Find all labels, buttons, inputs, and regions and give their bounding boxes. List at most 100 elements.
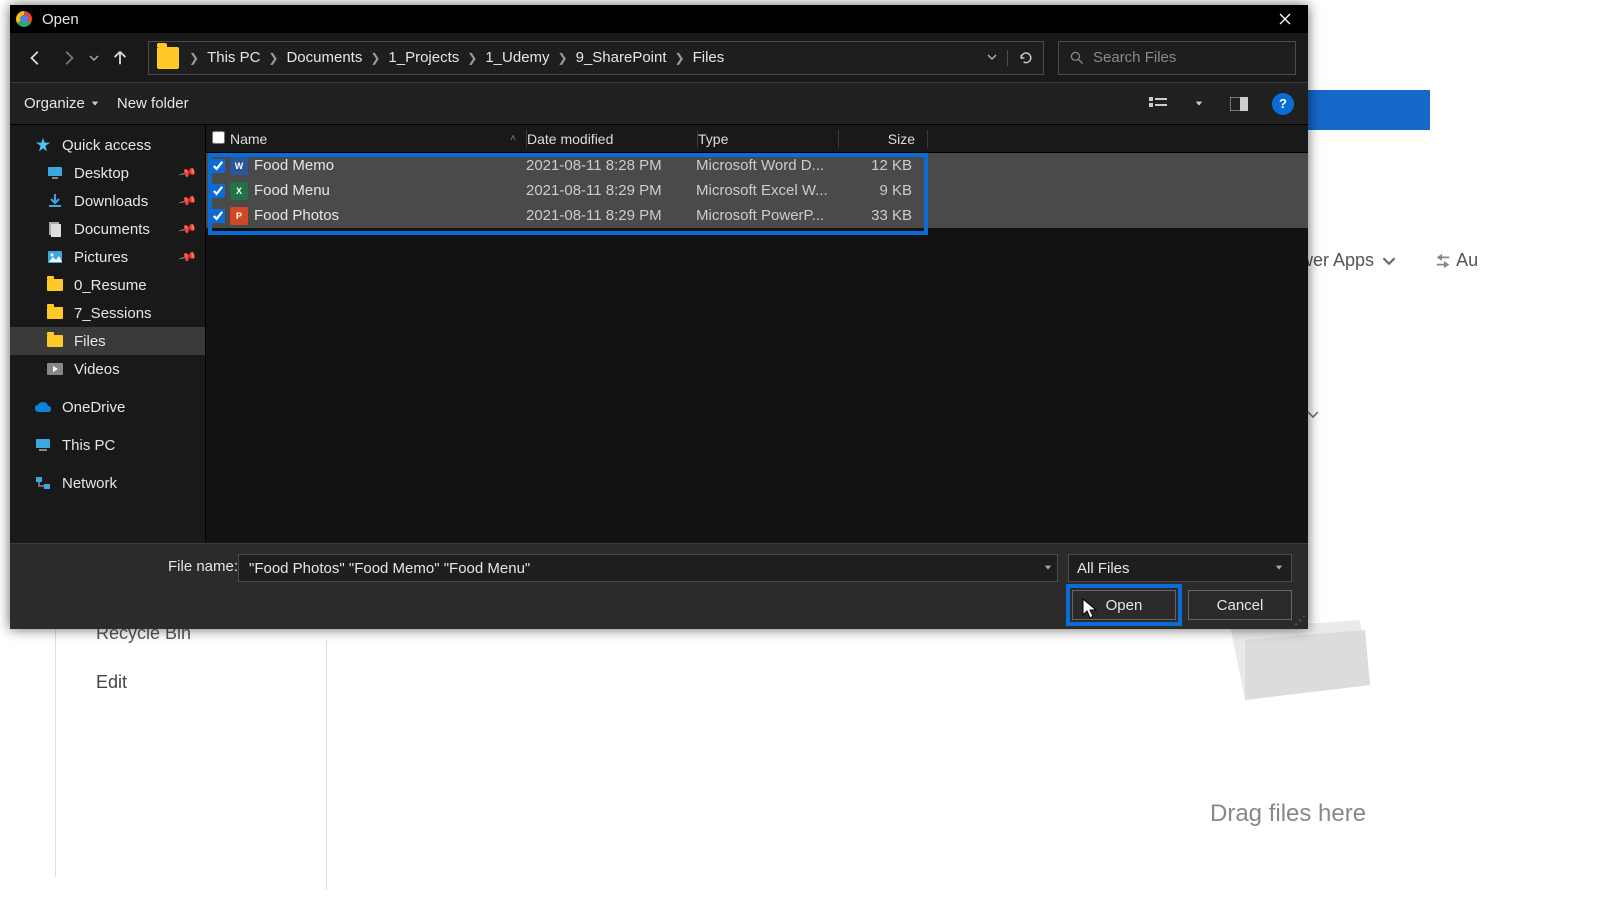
breadcrumb-item[interactable]: 1_Udemy [479,49,555,66]
search-input[interactable]: Search Files [1058,41,1296,75]
file-date: 2021-08-11 8:28 PM [526,157,696,174]
refresh-button[interactable] [1007,50,1043,66]
background-divider [55,627,56,877]
powerpoint-icon: P [230,207,250,225]
row-checkbox[interactable] [206,159,230,173]
videos-icon [46,360,64,378]
background-edit-label: Edit [96,672,127,693]
filename-dropdown[interactable] [1038,554,1058,582]
recent-locations-button[interactable] [86,42,102,74]
sidebar-item-network[interactable]: Network [10,469,205,497]
titlebar: Open [10,5,1308,33]
breadcrumb-item[interactable]: 9_SharePoint [570,49,673,66]
back-button[interactable] [22,42,50,74]
cloud-icon [34,398,52,416]
breadcrumb-item[interactable]: Documents [280,49,368,66]
word-icon: W [230,157,250,175]
sidebar-item-documents[interactable]: Documents📌 [10,215,205,243]
up-button[interactable] [106,42,134,74]
file-name: Food Memo [254,157,526,174]
chevron-down-icon [91,100,99,108]
row-checkbox[interactable] [206,184,230,198]
chevron-down-icon [1275,564,1283,572]
folder-icon [46,304,64,322]
background-drag-label: Drag files here [1210,800,1366,828]
close-button[interactable] [1262,5,1308,33]
download-icon [46,192,64,210]
desktop-icon [46,164,64,182]
address-dropdown[interactable] [977,49,1007,67]
preview-pane-button[interactable] [1224,90,1254,118]
excel-icon: X [230,182,250,200]
sidebar-item-resume[interactable]: 0_Resume [10,271,205,299]
file-type: Microsoft Excel W... [696,182,836,199]
sidebar-item-this-pc[interactable]: This PC [10,431,205,459]
folder-icon [46,276,64,294]
organize-button[interactable]: Organize [24,95,99,112]
filename-label: File name: [168,558,238,575]
view-layout-button[interactable] [1144,90,1174,118]
view-dropdown[interactable] [1192,90,1206,118]
pin-icon: 📌 [178,219,198,239]
chevron-right-icon: ❯ [673,51,687,65]
column-size[interactable]: Size [839,131,927,147]
chevron-right-icon: ❯ [556,51,570,65]
sidebar-item-pictures[interactable]: Pictures📌 [10,243,205,271]
file-name: Food Photos [254,207,526,224]
column-type[interactable]: Type [698,131,838,147]
pin-icon: 📌 [178,191,198,211]
file-size: 33 KB [836,207,924,224]
chevron-right-icon: ❯ [368,51,382,65]
breadcrumb-item[interactable]: This PC [201,49,266,66]
file-type-filter[interactable]: All Files [1068,554,1292,582]
help-button[interactable]: ? [1272,93,1294,115]
network-icon [34,474,52,492]
folder-icon [157,47,179,69]
sidebar-item-files[interactable]: Files [10,327,205,355]
address-bar[interactable]: ❯ This PC❯ Documents❯ 1_Projects❯ 1_Udem… [148,41,1044,75]
background-highlight-bar [1300,90,1430,130]
file-row[interactable]: X Food Menu 2021-08-11 8:29 PM Microsoft… [206,178,1308,203]
background-chevron-icon [1306,408,1320,422]
file-row[interactable]: P Food Photos 2021-08-11 8:29 PM Microso… [206,203,1308,228]
file-type: Microsoft Word D... [696,157,836,174]
chevron-right-icon: ❯ [465,51,479,65]
column-date[interactable]: Date modified [527,131,697,147]
star-icon [34,136,52,154]
sidebar-item-quick-access[interactable]: Quick access [10,131,205,159]
navigation-sidebar: Quick access Desktop📌 Downloads📌 Documen… [10,125,206,543]
breadcrumb-item[interactable]: Files [687,49,731,66]
breadcrumb-item[interactable]: 1_Projects [382,49,465,66]
file-date: 2021-08-11 8:29 PM [526,207,696,224]
select-all-checkbox[interactable] [206,131,230,147]
search-placeholder: Search Files [1093,49,1176,66]
documents-icon [46,220,64,238]
new-folder-button[interactable]: New folder [117,95,189,112]
pictures-icon [46,248,64,266]
file-size: 12 KB [836,157,924,174]
sort-indicator-icon: ˄ [510,133,516,144]
search-icon [1069,50,1085,66]
sidebar-item-onedrive[interactable]: OneDrive [10,393,205,421]
file-list-pane: Name˄ Date modified Type Size W Food Mem… [206,125,1308,543]
navigation-bar: ❯ This PC❯ Documents❯ 1_Projects❯ 1_Udem… [10,33,1308,83]
dialog-footer: File name: All Files Open Cancel ⋰ [10,543,1308,629]
cancel-button[interactable]: Cancel [1188,590,1292,620]
command-bar: Organize New folder ? [10,83,1308,125]
open-file-dialog: Open ❯ This PC❯ Documents❯ 1_Projects❯ 1… [10,5,1308,629]
column-name[interactable]: Name˄ [230,131,526,147]
window-title: Open [42,11,79,28]
sidebar-item-desktop[interactable]: Desktop📌 [10,159,205,187]
chrome-icon [16,11,32,27]
forward-button[interactable] [54,42,82,74]
resize-grip[interactable]: ⋰ [1294,613,1304,627]
file-name: Food Menu [254,182,526,199]
folder-icon [46,332,64,350]
file-row[interactable]: W Food Memo 2021-08-11 8:28 PM Microsoft… [206,153,1308,178]
sidebar-item-downloads[interactable]: Downloads📌 [10,187,205,215]
sidebar-item-sessions[interactable]: 7_Sessions [10,299,205,327]
sidebar-item-videos[interactable]: Videos [10,355,205,383]
chevron-right-icon: ❯ [187,51,201,65]
row-checkbox[interactable] [206,209,230,223]
filename-input[interactable] [238,554,1058,582]
